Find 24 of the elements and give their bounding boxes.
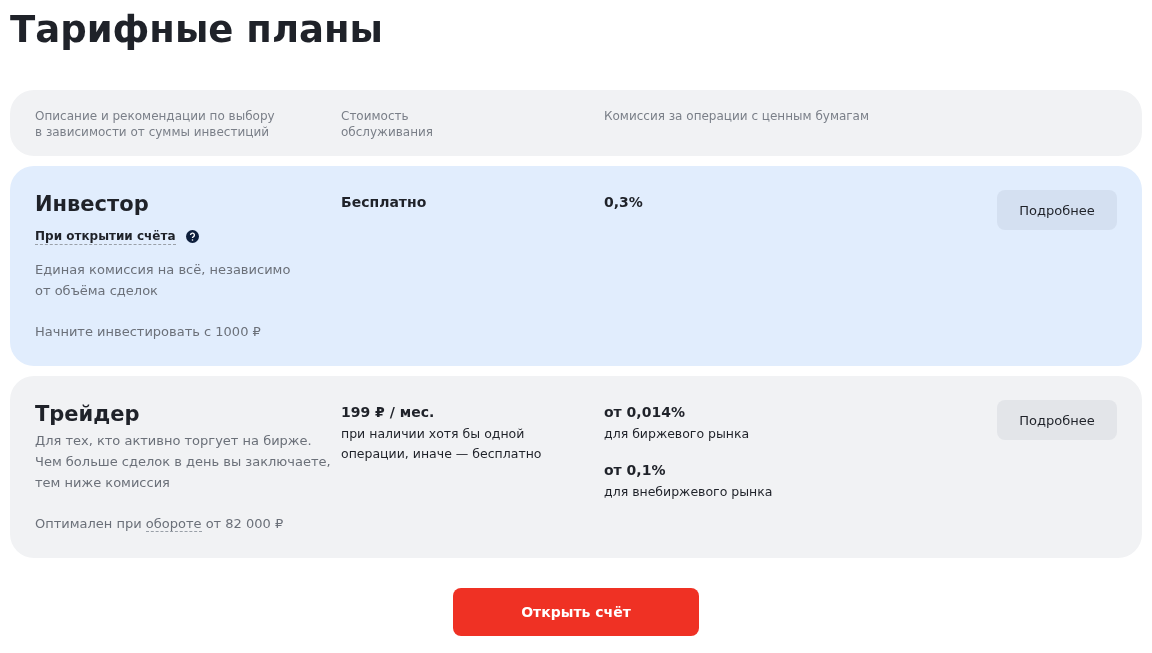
details-button[interactable]: Подробнее [997, 400, 1117, 440]
price-value: 199 ₽ / мес. [341, 403, 435, 422]
commission-value: от 0,014% [604, 403, 686, 422]
details-button[interactable]: Подробнее [997, 190, 1117, 230]
column-header: Описание и рекомендации по выбору в зависимости от суммы инвестиций [35, 108, 276, 140]
price-note: при наличии хотя бы одной операции, иначе — бесплатно [341, 425, 542, 463]
commission-note: для внебиржевого рынка [604, 483, 773, 501]
plan-name: Инвестор [35, 191, 149, 218]
price-value: Бесплатно [341, 193, 427, 212]
column-header: Комиссия за операции с ценным бумагам [604, 108, 871, 125]
commission-value: от 0,1% [604, 461, 667, 480]
plan-footnote: Оптимален при обороте от 82 000 ₽ [35, 515, 284, 534]
hint-link[interactable]: При открытии счёта [35, 228, 176, 245]
turnover-link[interactable]: обороте [145, 516, 202, 532]
column-header: Стоимость обслуживания [341, 108, 434, 140]
plan-description: Для тех, кто активно торгует на бирже. Чем больше сделок в день вы заключаете, тем ниже комиссия [35, 432, 331, 492]
plan-description: Единая комиссия на всё, независимо от объёма сделок [35, 261, 291, 300]
plan-name: Трейдер [35, 401, 140, 428]
page-title: Тарифные планы [10, 7, 384, 53]
open-account-button[interactable]: Открыть счёт [453, 588, 699, 636]
plan-footnote: Начните инвестировать с 1000 ₽ [35, 323, 261, 341]
help-icon[interactable] [185, 230, 199, 243]
commission-value: 0,3% [604, 193, 643, 212]
commission-note: для биржевого рынка [604, 425, 750, 443]
